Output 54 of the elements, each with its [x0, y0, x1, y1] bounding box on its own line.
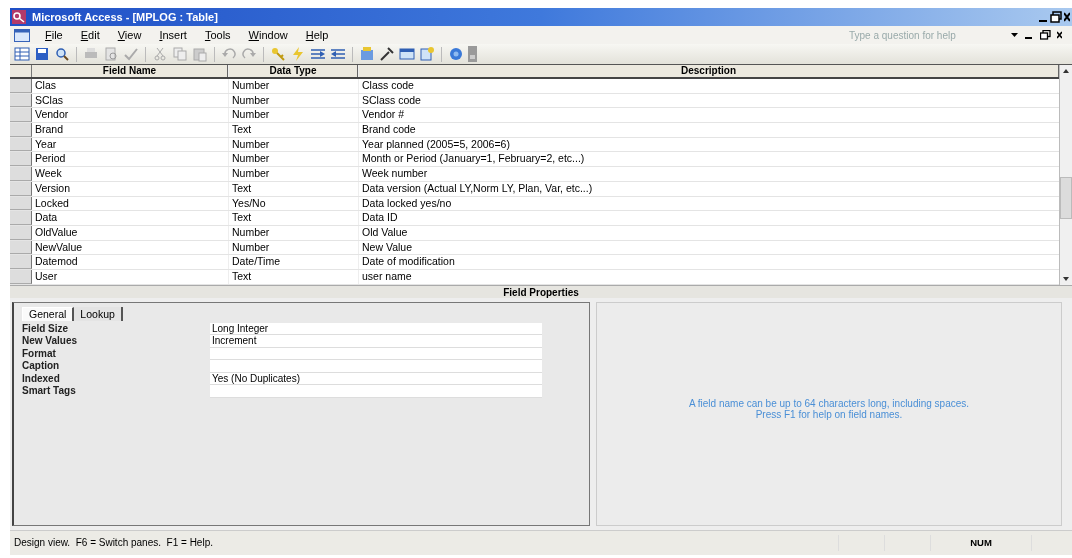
help-search-field[interactable]: Type a question for help: [845, 29, 1003, 41]
tab[interactable]: General: [22, 306, 75, 321]
table-cell-text: Clas: [34, 79, 57, 93]
table-cell: Number: [228, 167, 358, 181]
table-cell: Number: [228, 225, 358, 240]
status-indicator: NUM: [930, 534, 1031, 551]
menu-item[interactable]: Help: [296, 29, 338, 41]
table-cell-text: OldValue: [34, 225, 79, 240]
menu-item[interactable]: Tools: [195, 29, 240, 41]
table-cell: Number: [228, 240, 358, 255]
table-cell-text: Data: [34, 211, 59, 225]
table-cell-text: Period: [34, 152, 67, 167]
table-cell: Number: [228, 79, 358, 93]
property-label: Caption: [22, 360, 61, 373]
property-label: Format: [22, 347, 57, 361]
table-cell: Number: [228, 93, 358, 108]
table-cell-text: Locked: [34, 196, 70, 211]
table-cell-text: NewValue: [34, 240, 84, 255]
table-cell-text: Week: [34, 167, 63, 181]
menu-item[interactable]: View: [108, 29, 151, 41]
property-label: New Values: [22, 335, 79, 348]
table-cell-text: Datemod: [34, 255, 79, 269]
property-field[interactable]: Long Integer: [210, 322, 542, 336]
property-field[interactable]: Increment: [210, 335, 542, 348]
menu-item[interactable]: Window: [239, 29, 297, 41]
property-label: Smart Tags: [22, 385, 77, 398]
table-cell: Yes/No: [228, 196, 358, 211]
window-title: Microsoft Access - [MPLOG : Table]: [32, 11, 218, 23]
column-header[interactable]: Field Name: [32, 65, 228, 77]
table-cell: Text: [228, 123, 358, 137]
table-cell-text: Brand: [34, 123, 65, 137]
hint-text: Press F1 for help on field names.: [755, 408, 903, 420]
table-cell: Number: [228, 137, 358, 152]
status-text: Design view. F6 = Switch panes. F1 = Help.: [13, 537, 213, 549]
tab[interactable]: Lookup: [74, 306, 123, 321]
table-cell: Text: [228, 211, 358, 225]
menu-item[interactable]: Edit: [71, 29, 109, 41]
table-cell: Text: [228, 269, 358, 284]
table-cell-text: Year: [34, 137, 58, 152]
table-cell-text: SClas: [34, 93, 64, 108]
table-cell: Date/Time: [228, 255, 358, 269]
property-label: Indexed: [22, 372, 61, 386]
table-cell: Text: [228, 181, 358, 196]
hint-text: A field name can be up to 64 characters long, including spaces.: [688, 397, 970, 409]
section-title: Field Properties: [503, 286, 579, 298]
menu-item[interactable]: File: [36, 29, 72, 41]
column-header[interactable]: Data Type: [228, 65, 358, 77]
menu-item[interactable]: Insert: [150, 29, 196, 41]
table-cell: Number: [228, 108, 358, 123]
table-cell-text: Version: [34, 181, 72, 196]
property-label: Field Size: [22, 322, 70, 336]
table-cell-text: User: [34, 269, 59, 284]
table-cell: Number: [228, 152, 358, 167]
table-cell-text: Vendor: [34, 108, 70, 123]
